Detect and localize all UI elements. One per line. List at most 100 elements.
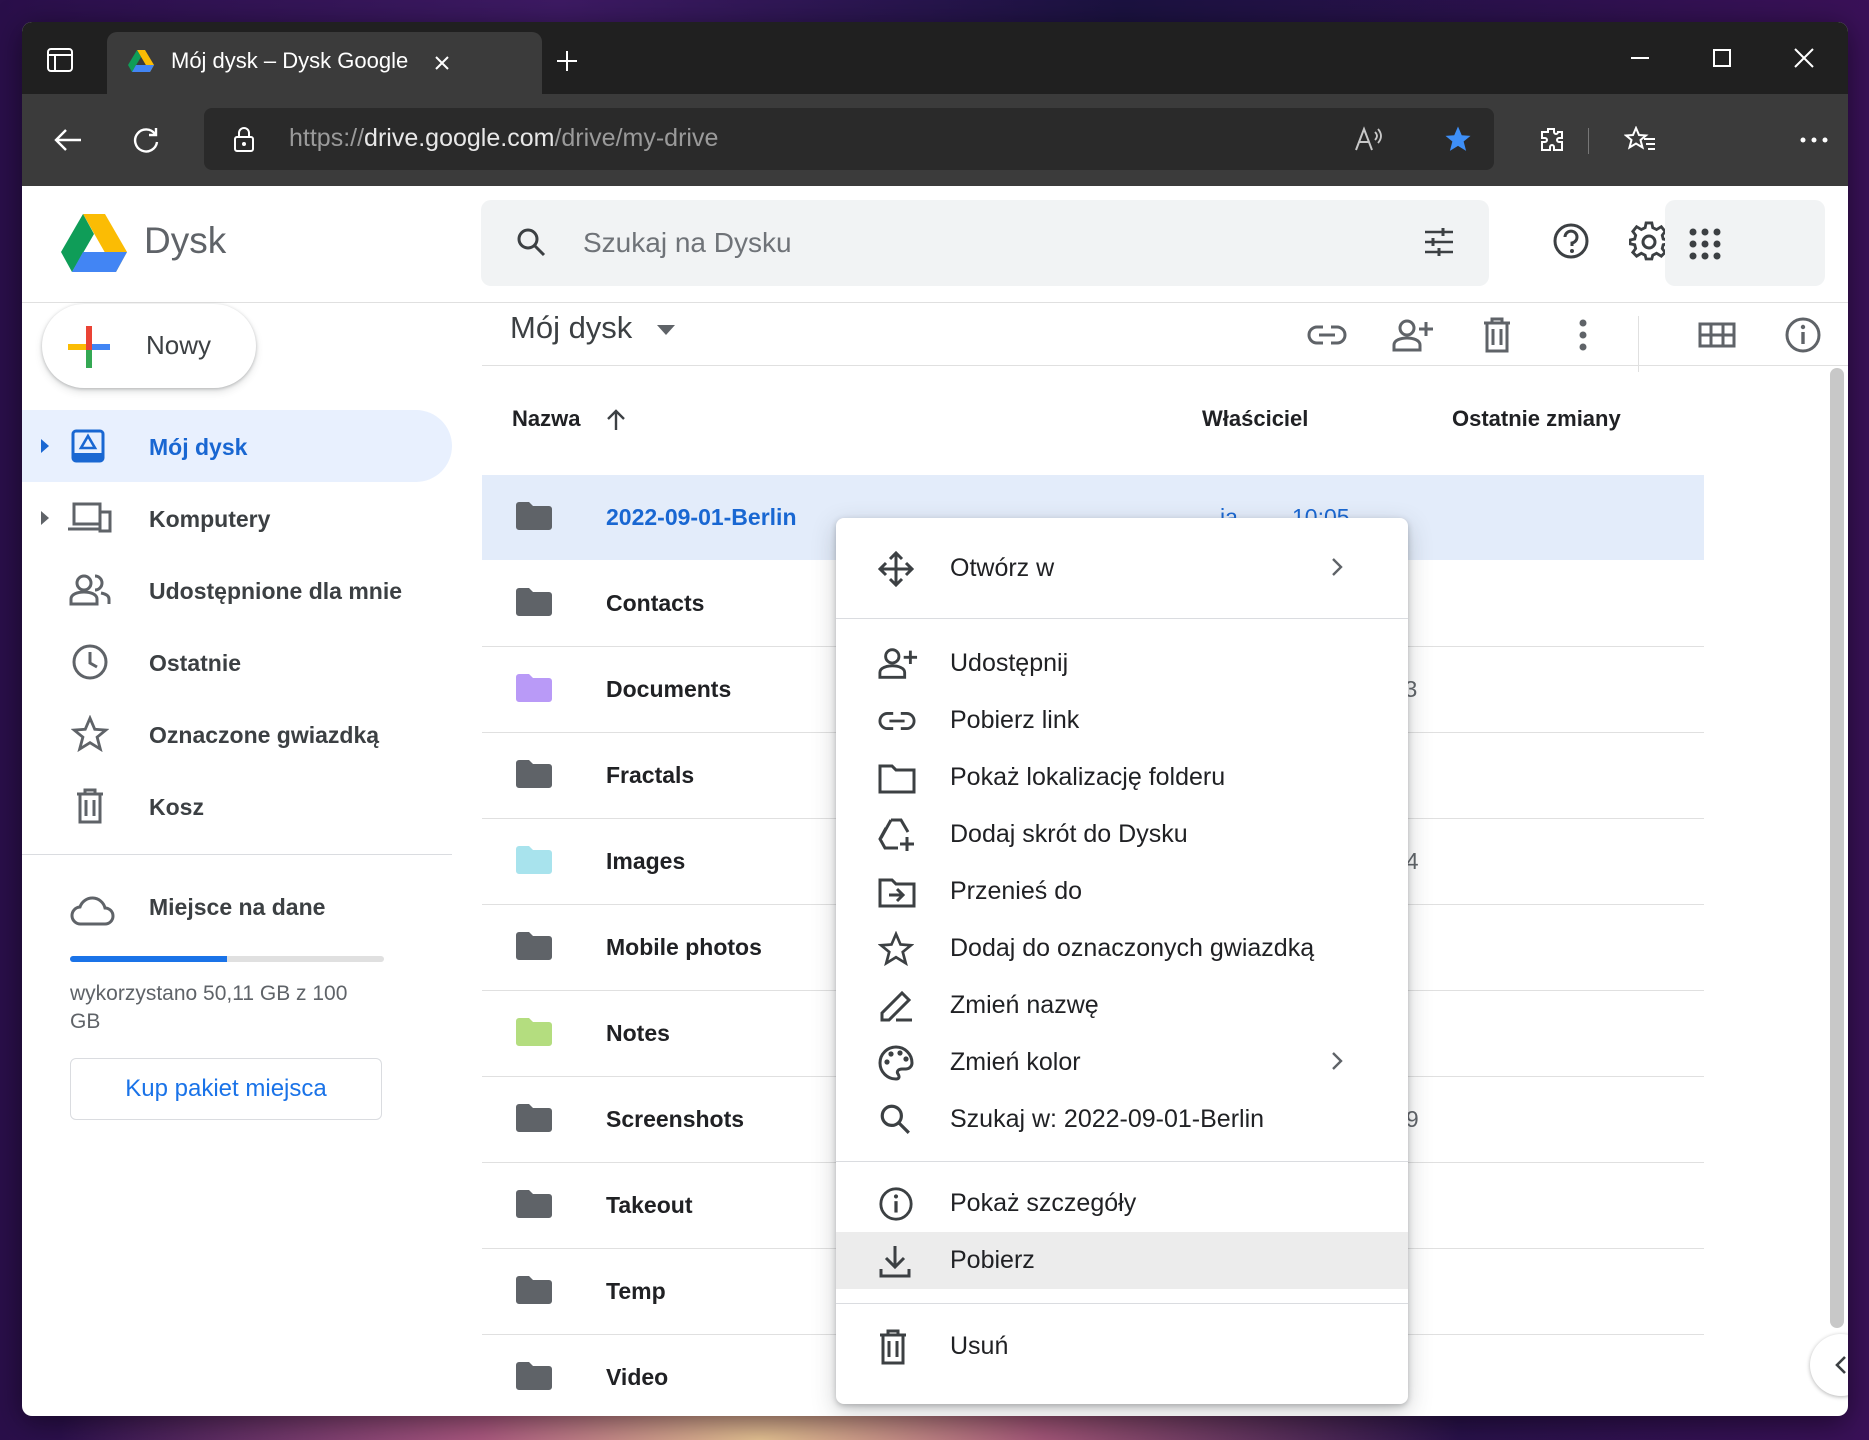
file-name[interactable]: Temp <box>606 1278 666 1305</box>
file-name[interactable]: 2022-09-01-Berlin <box>606 504 797 531</box>
file-name[interactable]: Screenshots <box>606 1106 744 1133</box>
column-header-owner[interactable]: Właściciel <box>1202 406 1308 432</box>
drive-header: Dysk <box>22 186 1848 303</box>
close-window-icon[interactable] <box>1784 42 1824 74</box>
help-icon[interactable] <box>1546 216 1596 266</box>
share-person-icon[interactable] <box>1390 312 1436 358</box>
menu-item-label: Dodaj do oznaczonych gwiazdką <box>950 934 1315 962</box>
menu-item-share[interactable]: Udostępnij <box>836 635 1408 692</box>
file-name[interactable]: Notes <box>606 1020 670 1047</box>
menu-item-label: Pobierz link <box>950 706 1080 734</box>
close-tab-icon[interactable] <box>429 50 455 76</box>
folder-icon <box>878 760 916 796</box>
delete-icon[interactable] <box>1474 312 1520 358</box>
search-bar[interactable] <box>481 200 1489 286</box>
details-info-icon[interactable] <box>1780 312 1826 358</box>
menu-item-move[interactable]: Przenieś do <box>836 863 1408 920</box>
new-button[interactable]: Nowy <box>42 304 256 388</box>
search-icon[interactable] <box>511 222 551 262</box>
file-name[interactable]: Video <box>606 1364 668 1391</box>
sidebar-item-computers[interactable]: Komputery <box>22 482 452 554</box>
sidebar-item-my-drive[interactable]: Mój dysk <box>22 410 452 482</box>
drive-brand[interactable]: Dysk <box>144 220 226 262</box>
expand-arrow-icon[interactable] <box>36 506 54 530</box>
menu-item-download[interactable]: Pobierz <box>836 1232 1408 1289</box>
sidebar-item-trash[interactable]: Kosz <box>22 770 452 842</box>
expand-arrow-icon[interactable] <box>36 434 54 458</box>
extensions-icon[interactable] <box>1532 120 1572 160</box>
menu-item-get-link[interactable]: Pobierz link <box>836 692 1408 749</box>
sort-ascending-icon[interactable] <box>605 409 627 431</box>
buy-storage-button[interactable]: Kup pakiet miejsca <box>70 1058 382 1120</box>
grid-view-icon[interactable] <box>1694 312 1740 358</box>
file-name[interactable]: Documents <box>606 676 731 703</box>
menu-item-open-with[interactable]: Otwórz w <box>836 540 1408 597</box>
file-name[interactable]: Contacts <box>606 590 704 617</box>
title-dropdown-icon[interactable] <box>656 324 675 335</box>
menu-item-add-shortcut[interactable]: Dodaj skrót do Dysku <box>836 806 1408 863</box>
search-input[interactable] <box>581 218 1365 268</box>
info-icon <box>878 1186 914 1222</box>
file-name[interactable]: Images <box>606 848 685 875</box>
menu-item-details[interactable]: Pokaż szczegóły <box>836 1175 1408 1232</box>
storage-label[interactable]: Miejsce na dane <box>149 894 325 921</box>
apps-grid-icon[interactable] <box>1683 222 1727 266</box>
chevron-right-icon <box>1330 1050 1344 1077</box>
menu-item-remove[interactable]: Usuń <box>836 1318 1408 1375</box>
maximize-icon[interactable] <box>1702 42 1742 74</box>
menu-item-change-color[interactable]: Zmień kolor <box>836 1034 1408 1091</box>
folder-icon <box>516 932 552 965</box>
menu-item-label: Przenieś do <box>950 877 1083 905</box>
sidebar-item-recent[interactable]: Ostatnie <box>22 626 452 698</box>
move-icon <box>878 874 916 910</box>
file-name[interactable]: Mobile photos <box>606 934 762 961</box>
menu-item-label: Pobierz <box>950 1246 1035 1274</box>
search-options-icon[interactable] <box>1419 222 1459 262</box>
read-aloud-icon[interactable] <box>1352 123 1386 155</box>
menu-item-rename[interactable]: Zmień nazwę <box>836 977 1408 1034</box>
lock-icon[interactable] <box>230 124 258 154</box>
sidebar-item-shared[interactable]: Udostępnione dla mnie <box>22 554 452 626</box>
plus-icon <box>68 326 110 368</box>
more-actions-icon[interactable] <box>1560 312 1606 358</box>
minimize-icon[interactable] <box>1620 42 1660 74</box>
drive-logo-icon[interactable] <box>60 212 128 274</box>
tab-active[interactable]: Mój dysk – Dysk Google <box>107 32 542 94</box>
reload-icon[interactable] <box>128 122 164 158</box>
page-title[interactable]: Mój dysk <box>510 310 675 346</box>
back-icon[interactable] <box>50 122 86 158</box>
menu-item-show-location[interactable]: Pokaż lokalizację folderu <box>836 749 1408 806</box>
column-header-modified[interactable]: Ostatnie zmiany <box>1452 406 1621 432</box>
sidebar-item-label: Udostępnione dla mnie <box>149 578 403 604</box>
sidebar-item-label: Ostatnie <box>149 650 242 676</box>
column-header-name[interactable]: Nazwa <box>512 406 627 432</box>
menu-item-label: Otwórz w <box>950 554 1055 582</box>
menu-item-search-in[interactable]: Szukaj w: 2022-09-01-Berlin <box>836 1091 1408 1148</box>
sidebar-item-label: Kosz <box>149 794 204 820</box>
favorites-icon[interactable] <box>1620 120 1660 160</box>
favorite-star-icon[interactable] <box>1440 121 1476 157</box>
get-link-icon[interactable] <box>1304 312 1350 358</box>
side-panel-toggle[interactable] <box>1810 1334 1848 1396</box>
menu-divider <box>836 1161 1408 1162</box>
folder-icon <box>516 1362 552 1395</box>
file-name[interactable]: Fractals <box>606 762 694 789</box>
file-name[interactable]: Takeout <box>606 1192 692 1219</box>
tab-actions-icon[interactable] <box>44 44 76 76</box>
menu-item-label: Szukaj w: 2022-09-01-Berlin <box>950 1105 1265 1133</box>
scrollbar[interactable] <box>1830 368 1844 1328</box>
more-icon[interactable] <box>1794 120 1834 160</box>
search-icon <box>878 1102 914 1138</box>
toolbar-divider <box>1588 128 1589 154</box>
new-tab-icon[interactable] <box>550 44 584 78</box>
folder-icon <box>516 502 552 535</box>
google-apps-button[interactable] <box>1665 200 1825 286</box>
cloud-icon <box>68 890 116 930</box>
menu-item-star[interactable]: Dodaj do oznaczonych gwiazdką <box>836 920 1408 977</box>
tab-title: Mój dysk – Dysk Google <box>171 48 409 73</box>
folder-icon <box>516 760 552 793</box>
storage-used-text: wykorzystano 50,11 GB z 100 GB <box>70 982 348 1033</box>
sidebar-item-starred[interactable]: Oznaczone gwiazdką <box>22 698 452 770</box>
star-icon <box>68 714 112 754</box>
address-bar[interactable]: https://drive.google.com/drive/my-drive <box>204 108 1494 170</box>
